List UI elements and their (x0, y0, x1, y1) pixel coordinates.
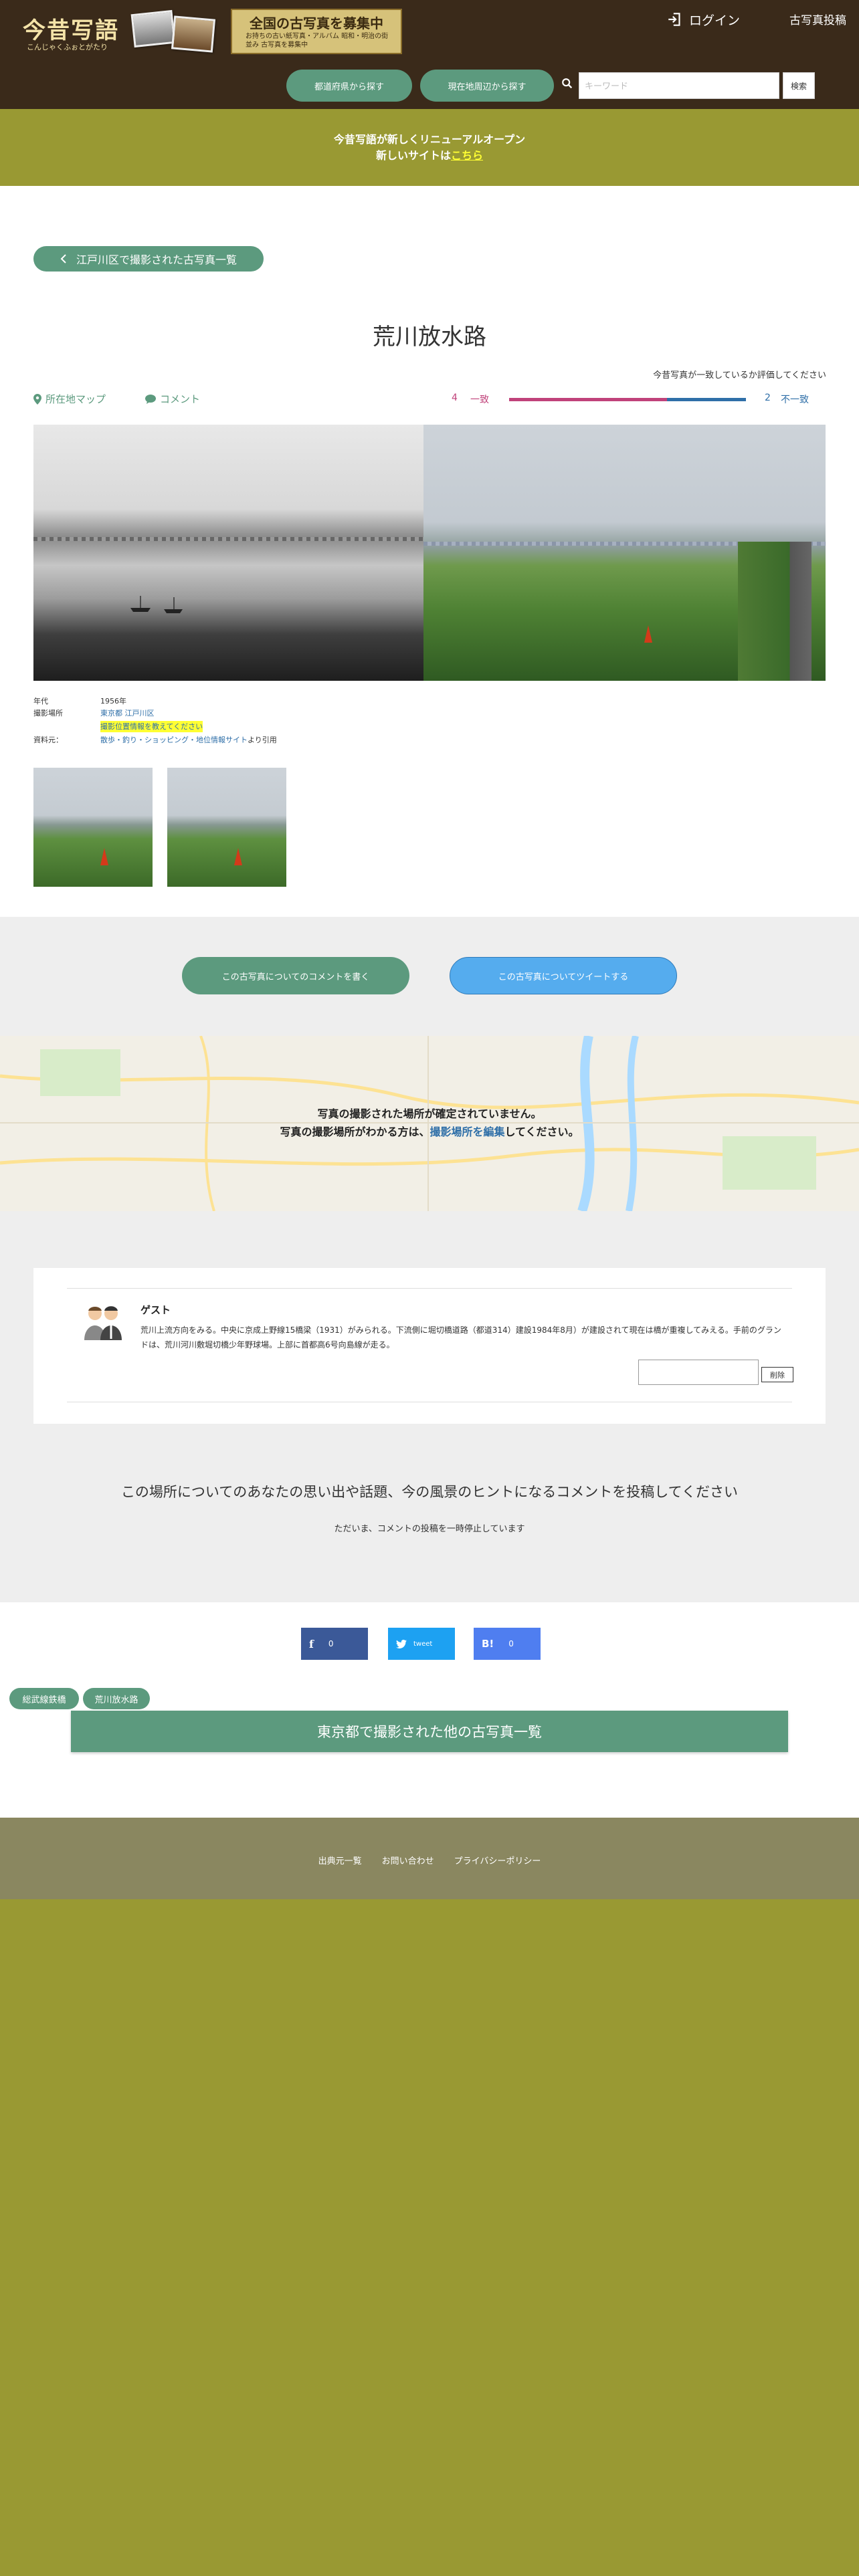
share-section: f 0 tweet B! 0 総武線鉄橋 荒川放水路 東京都で撮影された他の古写… (0, 1602, 859, 1818)
renewal-notice: 今昔写語が新しくリニューアルオープン 新しいサイトはこちら (0, 109, 859, 186)
nearby-search-button[interactable]: 現在地周辺から探す (420, 70, 554, 102)
rating-bar-match-fill (509, 398, 668, 401)
delete-button[interactable]: 削除 (761, 1367, 793, 1382)
post-photo-link[interactable]: 古写真投稿 (789, 11, 846, 27)
source-suffix: より引用 (248, 736, 277, 744)
comment-cta-title: この場所についてのあなたの思い出や話題、今の風景のヒントになるコメントを投稿して… (120, 1484, 739, 1500)
site-logo[interactable]: 今昔写語 こんじゃくふぉとがたり (23, 12, 124, 53)
photo-thumbnail[interactable] (167, 768, 286, 887)
search-icon (562, 78, 573, 89)
login-label: ログイン (689, 13, 741, 28)
recruit-banner[interactable]: 全国の古写真を募集中 お持ちの古い紙写真・アルバム 昭和・明治の街並み 古写真を… (231, 9, 402, 54)
facebook-count: 0 (328, 1639, 334, 1648)
banner-subtitle: お持ちの古い紙写真・アルバム 昭和・明治の街並み 古写真を募集中 (246, 33, 389, 49)
place-link[interactable]: 東京都 江戸川区 (100, 708, 155, 719)
footer-link-privacy[interactable]: プライバシーポリシー (454, 1854, 541, 1866)
page-title: 荒川放水路 (373, 324, 486, 350)
map-notice-line2: 写真の撮影場所がわかる方は、撮影場所を編集してください。 (0, 1123, 859, 1141)
comment-author: ゲスト (140, 1304, 171, 1316)
comment-card: ゲスト 荒川上流方向をみる。中央に京成上野線15橋梁（1931）がみられる。下流… (33, 1268, 826, 1424)
notice-line2: 新しいサイトはこちら (0, 148, 859, 164)
match-rating: 4 一致 2 不一致 (452, 393, 826, 406)
match-count: 4 (452, 393, 458, 403)
map-pin-icon (33, 393, 41, 405)
year-label: 年代 (33, 697, 48, 706)
notice-line1: 今昔写語が新しくリニューアルオープン (333, 133, 526, 146)
rating-bar (509, 398, 746, 401)
footer-link-contact[interactable]: お問い合わせ (382, 1854, 434, 1866)
ward-photo-list-button[interactable]: 江戸川区で撮影された古写真一覧 (33, 246, 264, 272)
comment-link[interactable]: コメント (145, 392, 200, 406)
site-header: 今昔写語 こんじゃくふぉとがたり 全国の古写真を募集中 お持ちの古い紙写真・アル… (0, 0, 859, 62)
twitter-icon (396, 1639, 407, 1648)
guest-avatar (84, 1306, 122, 1340)
prefecture-photo-list-button[interactable]: 東京都で撮影された他の古写真一覧 (71, 1711, 788, 1752)
year-value: 1956年 (100, 697, 126, 706)
tag-link[interactable]: 荒川放水路 (83, 1688, 150, 1709)
comment-body: 荒川上流方向をみる。中央に京成上野線15橋梁（1931）がみられる。下流側に堀切… (140, 1325, 781, 1350)
speech-bubble-icon (145, 394, 156, 404)
old-photo[interactable] (33, 425, 423, 681)
location-map[interactable]: 写真の撮影された場所が確定されていません。 写真の撮影場所がわかる方は、撮影場所… (0, 1036, 859, 1211)
search-bar: 都道府県から探す 現在地周辺から探す 検索 (0, 62, 859, 109)
source-label: 資料元： (33, 736, 63, 744)
site-footer: 出典元一覧 お問い合わせ プライバシーポリシー (0, 1818, 859, 1899)
comment-label: コメント (160, 393, 201, 405)
tweet-label: tweet (413, 1640, 433, 1648)
rating-prompt: 今昔写真が一致しているか評価してください (653, 370, 826, 381)
footer-links: 出典元一覧 お問い合わせ プライバシーポリシー (0, 1854, 859, 1866)
photo-detail-section: 江戸川区で撮影された古写真一覧 荒川放水路 今昔写真が一致しているか評価してくだ… (0, 186, 859, 917)
map-notice-suffix: してください。 (504, 1125, 579, 1138)
chevron-left-icon (60, 254, 66, 263)
location-map-label: 所在地マップ (45, 393, 106, 405)
footer-link-sources[interactable]: 出典元一覧 (318, 1854, 362, 1866)
write-comment-button[interactable]: この古写真についてのコメントを書く (182, 957, 409, 994)
logo-subtext: こんじゃくふぉとがたり (27, 43, 108, 51)
notice-line2-text: 新しいサイトは (375, 149, 451, 162)
new-site-link[interactable]: こちら (451, 149, 483, 162)
photo-thumbnail[interactable] (33, 768, 153, 887)
prefecture-search-button[interactable]: 都道府県から探す (286, 70, 412, 102)
edit-location-link[interactable]: 撮影場所を編集 (430, 1125, 504, 1138)
logo-text: 今昔写語 (23, 17, 119, 44)
map-notice-line1: 写真の撮影された場所が確定されていません。 (317, 1107, 542, 1120)
place-label: 撮影場所 (33, 709, 63, 718)
location-map-link[interactable]: 所在地マップ (33, 392, 106, 406)
facebook-share-button[interactable]: f 0 (301, 1628, 368, 1660)
match-button[interactable]: 一致 (470, 393, 489, 406)
ward-photo-list-label: 江戸川区で撮影された古写真一覧 (76, 253, 237, 266)
map-notice-prefix: 写真の撮影場所がわかる方は、 (280, 1125, 430, 1138)
map-notice: 写真の撮影された場所が確定されていません。 写真の撮影場所がわかる方は、撮影場所… (0, 1105, 859, 1141)
banner-title: 全国の古写真を募集中 (250, 15, 383, 31)
source-link[interactable]: 散歩・釣り・ショッピング・地位情報サイト (100, 736, 248, 744)
tag-link[interactable]: 総武線鉄橋 (9, 1688, 79, 1709)
twitter-share-button[interactable]: tweet (388, 1628, 455, 1660)
location-request-link[interactable]: 撮影位置情報を教えてください (100, 721, 203, 732)
hatena-icon: B! (482, 1638, 494, 1650)
tweet-button[interactable]: この古写真についてツイートする (450, 957, 677, 994)
comment-paused-note: ただいま、コメントの投稿を一時停止しています (334, 1524, 525, 1534)
hatena-count: 0 (508, 1639, 514, 1648)
login-icon (668, 13, 680, 26)
action-section: この古写真についてのコメントを書く この古写真についてツイートする (0, 917, 859, 1036)
comments-section: ゲスト 荒川上流方向をみる。中央に京成上野線15橋梁（1931）がみられる。下流… (0, 1211, 859, 1602)
mismatch-button[interactable]: 不一致 (781, 393, 809, 406)
mismatch-count: 2 (765, 393, 771, 403)
login-link[interactable]: ログイン (666, 9, 740, 29)
delete-key-input[interactable] (638, 1360, 759, 1385)
facebook-icon: f (309, 1637, 314, 1650)
hatena-bookmark-button[interactable]: B! 0 (474, 1628, 541, 1660)
search-button[interactable]: 検索 (783, 72, 815, 99)
current-photo[interactable] (423, 425, 826, 681)
logo-photos-image (130, 8, 227, 53)
keyword-search-input[interactable] (579, 72, 779, 99)
source-value: 散歩・釣り・ショッピング・地位情報サイトより引用 (100, 734, 277, 746)
